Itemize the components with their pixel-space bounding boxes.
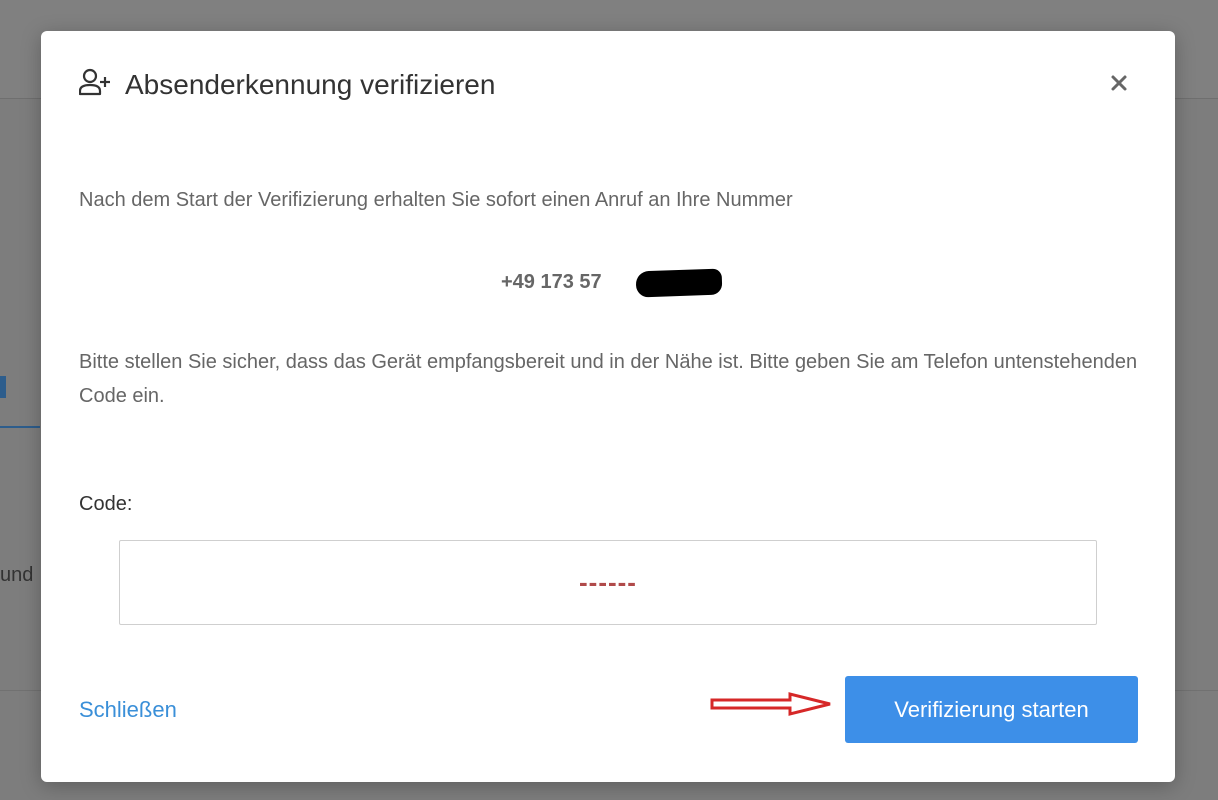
background-tab-underline — [0, 426, 40, 428]
code-label: Code: — [79, 493, 133, 515]
verify-sender-dialog: Absenderkennung verifizieren Nach dem St… — [41, 31, 1175, 782]
code-field[interactable]: ------ — [119, 540, 1097, 625]
redaction-mark — [635, 268, 723, 298]
background-partial-text: und — [0, 564, 34, 586]
close-button[interactable] — [1107, 71, 1131, 95]
dialog-header: Absenderkennung verifizieren — [78, 67, 496, 102]
phone-number: +49 173 57 — [501, 271, 602, 293]
close-link[interactable]: Schließen — [79, 697, 177, 723]
start-verification-button[interactable]: Verifizierung starten — [845, 676, 1138, 743]
code-value: ------ — [579, 567, 637, 597]
intro-text: Nach dem Start der Verifizierung erhalte… — [79, 189, 793, 211]
dialog-title: Absenderkennung verifizieren — [125, 68, 496, 100]
annotation-arrow-icon — [710, 692, 834, 721]
instructions-text: Bitte stellen Sie sicher, dass das Gerät… — [79, 351, 1138, 407]
background-tab-indicator — [0, 376, 6, 398]
close-icon — [1107, 75, 1131, 99]
add-user-icon — [78, 67, 111, 102]
